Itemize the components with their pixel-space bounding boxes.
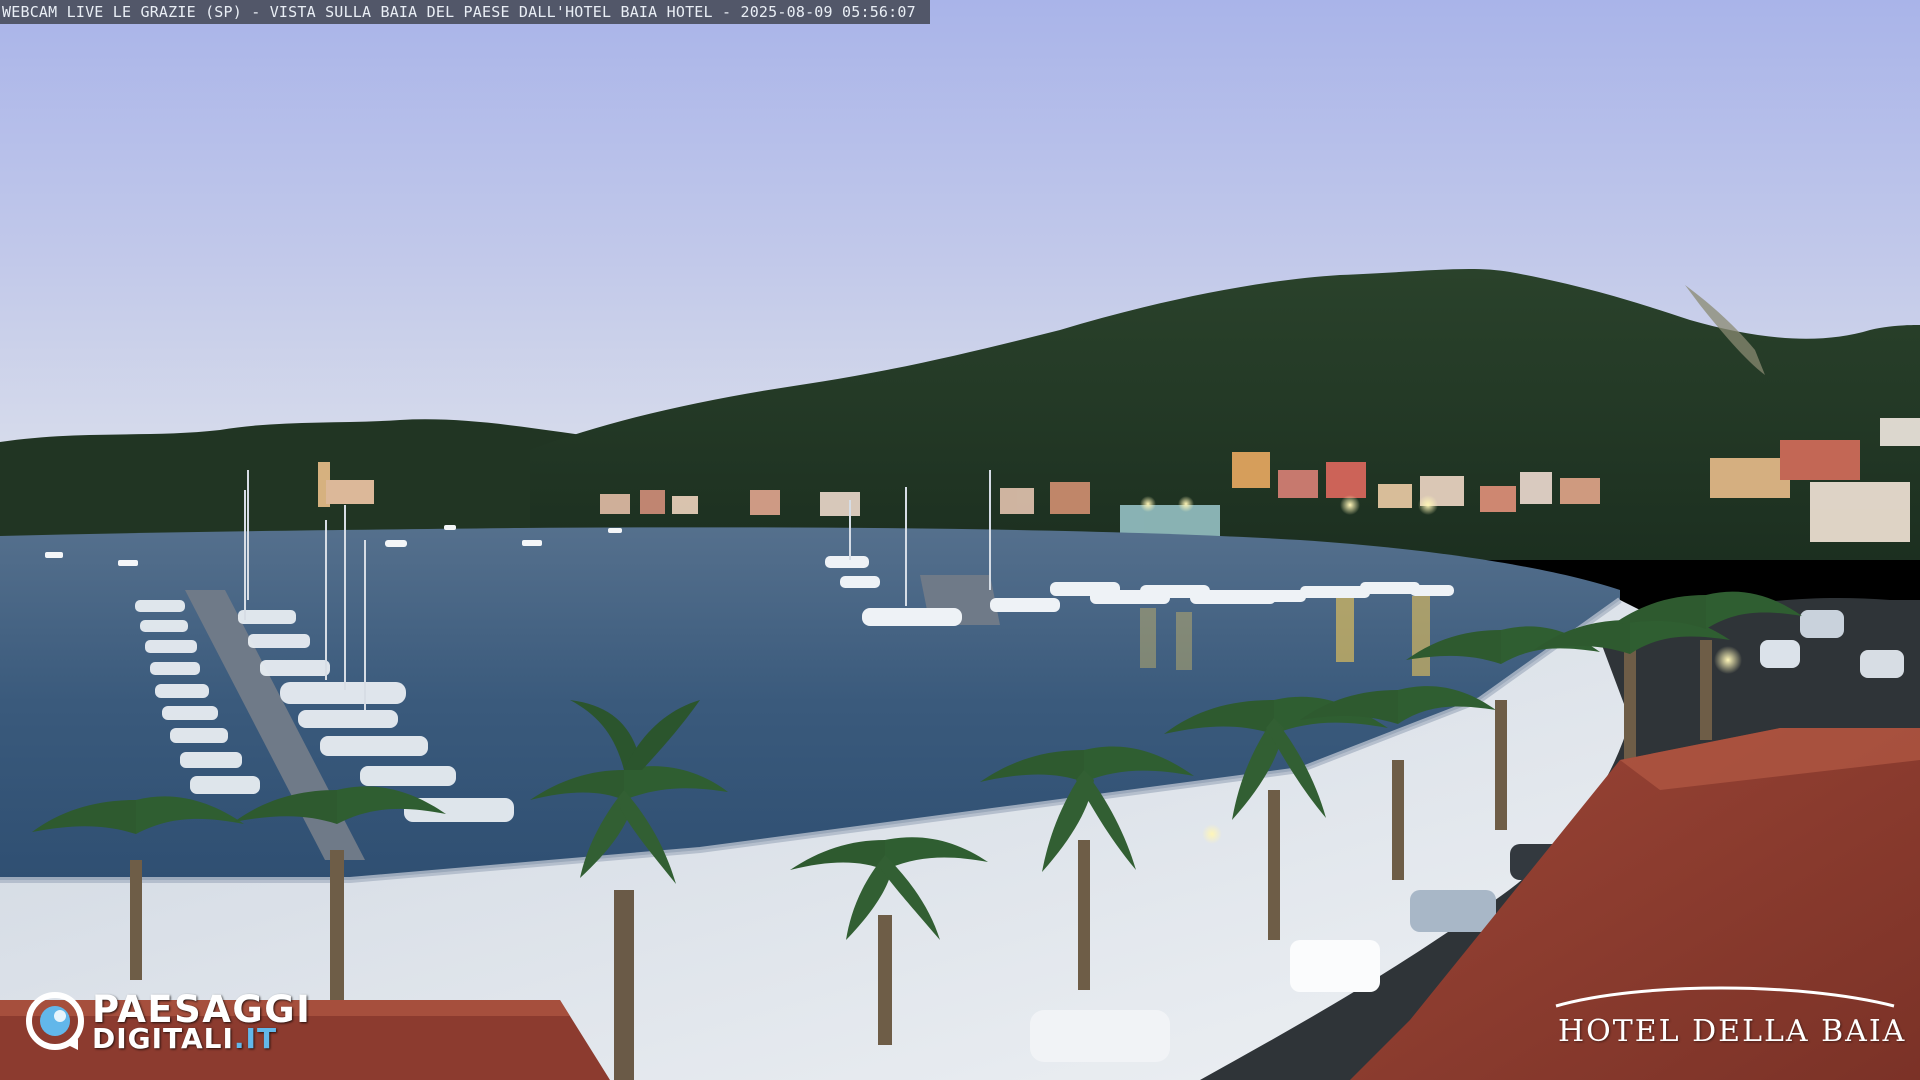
webcam-caption: WEBCAM LIVE LE GRAZIE (SP) - VISTA SULLA… xyxy=(0,0,930,24)
digitali-prefix: DIGITALI xyxy=(92,1022,234,1055)
digitali-text: DIGITALI.IT xyxy=(92,1022,277,1055)
hotel-name: HOTEL DELLA BAIA xyxy=(1558,1014,1907,1049)
harbor-scene xyxy=(0,0,1920,1080)
left-hill xyxy=(0,419,620,540)
camera-lens-icon xyxy=(26,992,84,1050)
webcam-frame: WEBCAM LIVE LE GRAZIE (SP) - VISTA SULLA… xyxy=(0,0,1920,1080)
digitali-suffix: .IT xyxy=(233,1022,278,1055)
hotel-arc-icon xyxy=(1555,986,1895,1008)
hotel-della-baia-logo: HOTEL DELLA BAIA xyxy=(1540,978,1910,1058)
paesaggi-digitali-logo: PAESAGGI DIGITALI.IT xyxy=(26,988,346,1058)
